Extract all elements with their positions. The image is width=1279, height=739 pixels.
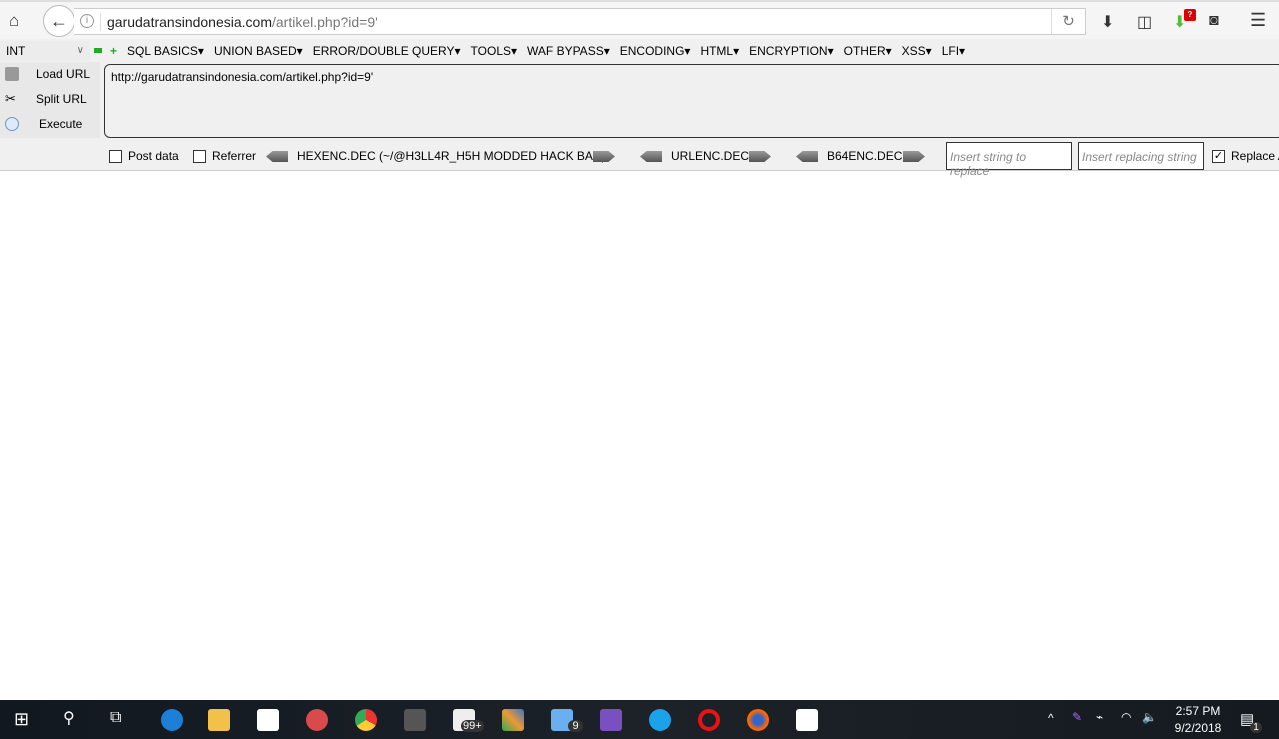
url-textarea[interactable]: http://garudatransindonesia.com/artikel.… xyxy=(104,64,1279,138)
back-button[interactable]: ← xyxy=(43,5,75,37)
extension-badge: ? xyxy=(1184,9,1196,21)
file-explorer-icon[interactable] xyxy=(208,709,230,731)
b64enc-left-arrow-icon[interactable] xyxy=(796,151,818,162)
post-data-label: Post data xyxy=(128,149,179,163)
play-icon xyxy=(5,117,19,131)
replace-all-checkbox[interactable]: ✓ xyxy=(1212,150,1225,163)
referrer-label: Referrer xyxy=(212,149,257,163)
url-domain: garudatransindonesia.com xyxy=(107,14,272,30)
urlenc-right-arrow-icon[interactable] xyxy=(749,151,771,162)
menu-error-double-query[interactable]: ERROR/DOUBLE QUERY▾ xyxy=(313,42,461,60)
sublime-icon[interactable] xyxy=(404,709,426,731)
visual-studio-icon[interactable] xyxy=(600,709,622,731)
hexenc-left-arrow-icon[interactable] xyxy=(266,151,288,162)
firefox-icon[interactable] xyxy=(747,709,769,731)
windows-start-icon[interactable]: ⊞ xyxy=(14,709,29,730)
task-view-icon[interactable]: ⧉ xyxy=(110,709,121,727)
home-icon[interactable]: ⌂ xyxy=(9,12,27,30)
skype-icon[interactable] xyxy=(649,709,671,731)
feather-icon[interactable]: ✎ xyxy=(1072,710,1082,724)
volume-icon[interactable]: 🔈 xyxy=(1142,710,1157,724)
execute-button[interactable]: Execute xyxy=(0,112,100,136)
pocket-icon[interactable]: ◙ xyxy=(1209,12,1219,30)
hackbar-menu: + SQL BASICS▾ UNION BASED▾ ERROR/DOUBLE … xyxy=(92,42,975,60)
scissors-icon: ✂ xyxy=(5,91,16,106)
load-icon xyxy=(5,67,19,81)
url-path: /artikel.php?id=9' xyxy=(272,14,378,30)
chevron-down-icon: ∨ xyxy=(76,45,84,56)
type-select[interactable]: INT ∨ xyxy=(0,41,90,61)
store-icon[interactable] xyxy=(257,709,279,731)
replacing-string-input[interactable]: Insert replacing string xyxy=(1078,142,1204,170)
chevron-up-icon[interactable]: ^ xyxy=(1048,711,1054,725)
urlenc-label: URLENC.DEC xyxy=(671,149,750,163)
menu-html[interactable]: HTML▾ xyxy=(700,42,739,60)
address-bar[interactable]: i garudatransindonesia.com/artikel.php?i… xyxy=(74,8,1086,35)
execute-label: Execute xyxy=(39,117,83,131)
post-data-checkbox[interactable] xyxy=(109,150,122,163)
menu-lfi[interactable]: LFI▾ xyxy=(942,42,965,60)
video-editor-icon[interactable] xyxy=(796,709,818,731)
b64enc-right-arrow-icon[interactable] xyxy=(903,151,925,162)
menu-tools[interactable]: TOOLS▾ xyxy=(471,42,517,60)
notification-count: 1 xyxy=(1250,722,1262,733)
referrer-checkbox[interactable] xyxy=(193,150,206,163)
menu-encryption[interactable]: ENCRYPTION▾ xyxy=(749,42,833,60)
plus-icon[interactable]: + xyxy=(110,42,117,60)
b64enc-label: B64ENC.DEC xyxy=(827,149,903,163)
url-text: garudatransindonesia.com/artikel.php?id=… xyxy=(107,14,378,30)
info-icon[interactable]: i xyxy=(80,14,94,28)
reload-icon[interactable]: ↻ xyxy=(1051,9,1085,34)
paint-icon[interactable] xyxy=(306,709,328,731)
opera-icon[interactable] xyxy=(698,709,720,731)
menu-waf-bypass[interactable]: WAF BYPASS▾ xyxy=(527,42,610,60)
replace-string-input[interactable]: Insert string to replace xyxy=(946,142,1072,178)
git-icon[interactable] xyxy=(502,709,524,731)
hexenc-right-arrow-icon[interactable] xyxy=(593,151,615,162)
edge-icon[interactable] xyxy=(161,709,183,731)
menu-xss[interactable]: XSS▾ xyxy=(902,42,932,60)
hackbar: INT ∨ + SQL BASICS▾ UNION BASED▾ ERROR/DO… xyxy=(0,39,1279,178)
search-icon[interactable]: ⚲ xyxy=(63,708,75,728)
app-count-badge: 9 xyxy=(568,720,583,732)
mail-count-badge: 99+ xyxy=(461,720,484,732)
download-icon[interactable]: ⬇ xyxy=(1101,12,1114,32)
clock-time[interactable]: 2:57 PM xyxy=(1168,704,1228,718)
clock-date[interactable]: 9/2/2018 xyxy=(1168,721,1228,735)
action-panel: Load URL ✂ Split URL Execute xyxy=(0,62,100,138)
load-url-label: Load URL xyxy=(36,67,91,81)
menu-encoding[interactable]: ENCODING▾ xyxy=(620,42,691,60)
taskbar: ⊞ ⚲ ⧉ 99+ 9 ^ ✎ ⌁ ◠ 🔈 2:57 PM 9/2/2018 ▤… xyxy=(0,700,1279,739)
wifi-icon[interactable]: ◠ xyxy=(1121,710,1131,724)
menu-other[interactable]: OTHER▾ xyxy=(844,42,892,60)
sidebar-icon[interactable]: ◫ xyxy=(1137,12,1152,32)
browser-toolbar: ⌂ ← i garudatransindonesia.com/artikel.p… xyxy=(0,0,1279,39)
divider xyxy=(100,13,101,31)
urlenc-left-arrow-icon[interactable] xyxy=(640,151,662,162)
load-url-button[interactable]: Load URL xyxy=(0,62,100,86)
select-value: INT xyxy=(6,44,26,58)
replace-all-label: Replace All xyxy=(1231,149,1279,163)
split-url-label: Split URL xyxy=(36,92,87,106)
split-url-button[interactable]: ✂ Split URL xyxy=(0,87,100,111)
menu-icon[interactable]: ☰ xyxy=(1250,10,1266,31)
minus-icon[interactable] xyxy=(94,48,102,53)
power-icon[interactable]: ⌁ xyxy=(1096,710,1103,724)
menu-union-based[interactable]: UNION BASED▾ xyxy=(214,42,303,60)
hackbar-options: Post data Referrer HEXENC.DEC (~/@H3LL4R… xyxy=(0,142,1279,178)
menu-sql-basics[interactable]: SQL BASICS▾ xyxy=(127,42,204,60)
hexenc-label: HEXENC.DEC (~/@H3LL4R_H5H MODDED HACK BA… xyxy=(297,149,606,163)
chrome-icon[interactable] xyxy=(355,709,377,731)
